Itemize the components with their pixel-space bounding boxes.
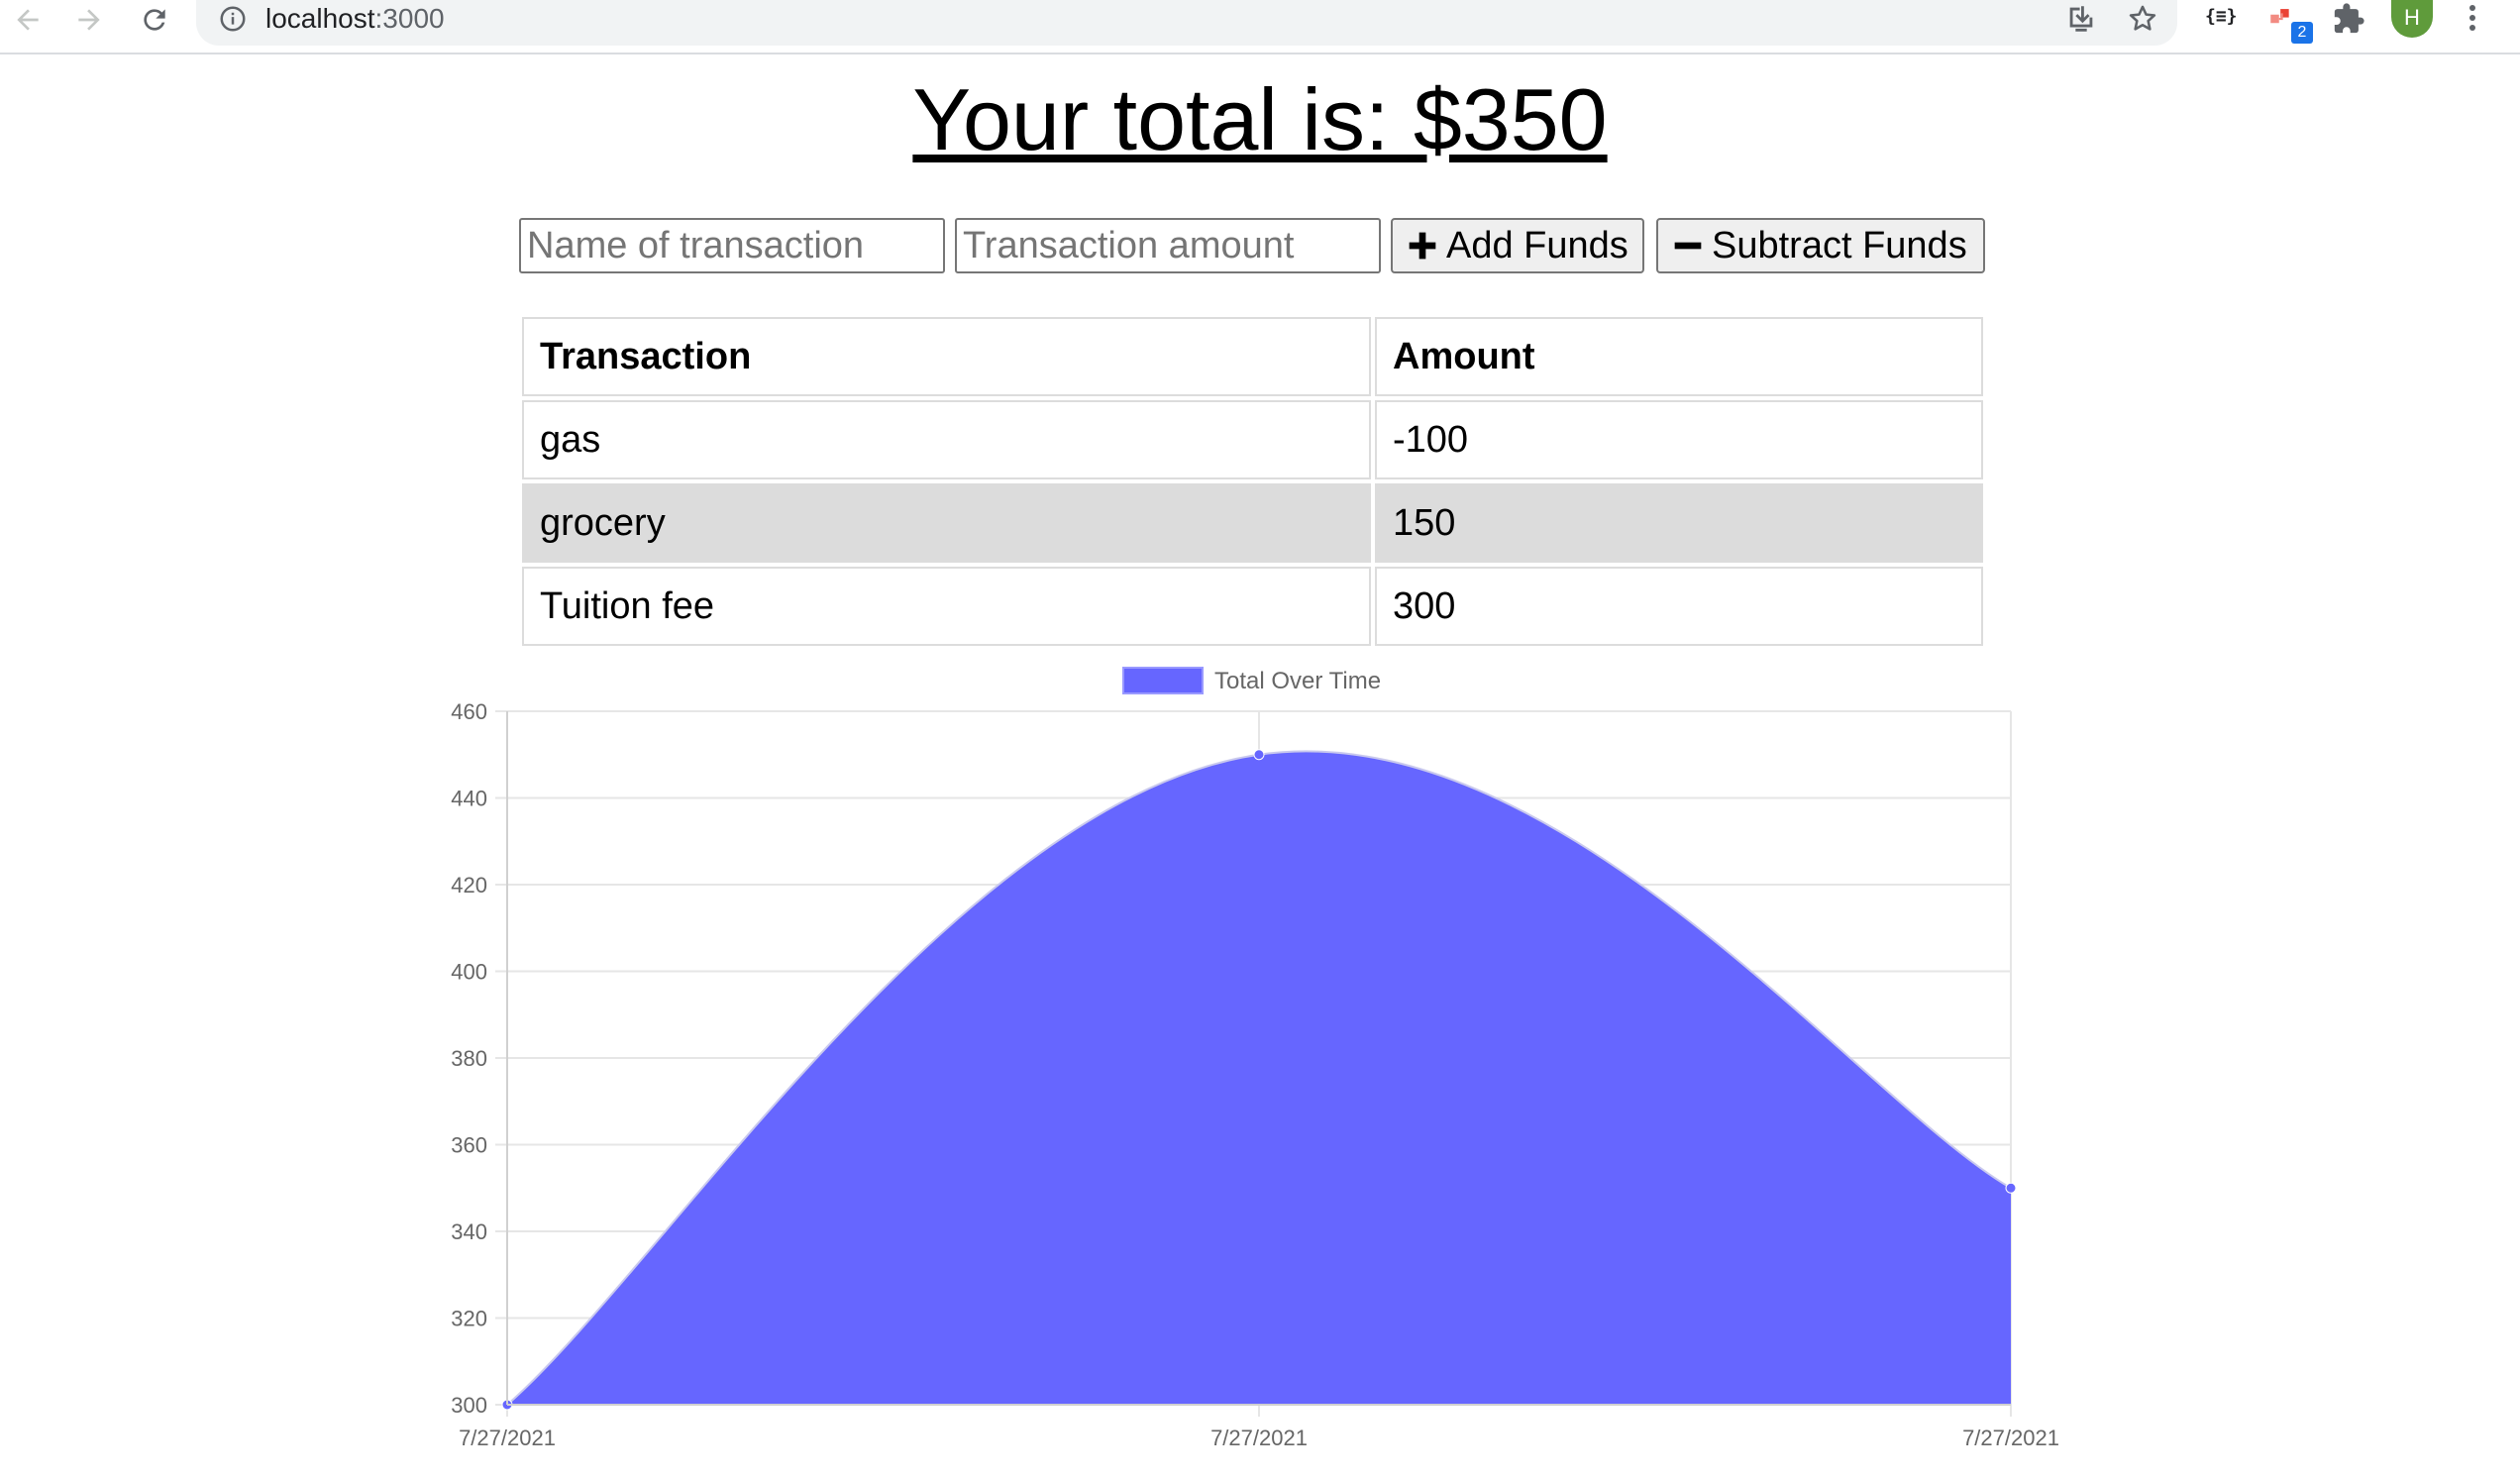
add-funds-label: Add Funds bbox=[1446, 224, 1628, 266]
table-row: gas -100 bbox=[522, 400, 1983, 479]
url-host: localhost bbox=[265, 3, 375, 34]
chart-canvas: 300 320 340 360 380 400 420 440 460 7/27/2021 7/27… bbox=[451, 667, 2059, 1450]
page-title: Your total is: $350 bbox=[912, 70, 1608, 168]
y-tick-label: 460 bbox=[451, 699, 487, 724]
minus-icon bbox=[1674, 242, 1702, 250]
x-tick-label: 7/27/2021 bbox=[1210, 1426, 1308, 1450]
browser-menu-icon[interactable] bbox=[2463, 2, 2482, 36]
transaction-name-input[interactable] bbox=[519, 218, 945, 273]
transaction-column-header: Transaction bbox=[522, 317, 1371, 396]
install-app-icon[interactable] bbox=[2064, 2, 2098, 41]
forward-icon[interactable] bbox=[65, 0, 113, 40]
y-tick-label: 360 bbox=[451, 1133, 487, 1158]
plus-icon bbox=[1409, 232, 1436, 260]
y-tick-label: 440 bbox=[451, 787, 487, 811]
legend-swatch bbox=[1122, 667, 1204, 694]
y-tick-label: 420 bbox=[451, 873, 487, 898]
y-tick-label: 300 bbox=[451, 1393, 487, 1418]
browser-toolbar: localhost:3000 {≡} 2 H bbox=[0, 0, 2520, 54]
add-funds-button[interactable]: Add Funds bbox=[1391, 218, 1644, 273]
transaction-name-cell: gas bbox=[522, 400, 1371, 479]
transaction-amount-cell: 300 bbox=[1375, 567, 1983, 646]
profile-avatar[interactable]: H bbox=[2391, 0, 2433, 38]
x-tick-label: 7/27/2021 bbox=[1962, 1426, 2059, 1450]
y-tick-label: 320 bbox=[451, 1307, 487, 1331]
x-tick-label: 7/27/2021 bbox=[459, 1426, 556, 1450]
table-header-row: Transaction Amount bbox=[522, 317, 1983, 396]
legend-label: Total Over Time bbox=[1214, 668, 1381, 694]
transaction-amount-cell: 150 bbox=[1375, 483, 1983, 563]
transaction-amount-cell: -100 bbox=[1375, 400, 1983, 479]
total-over-time-chart: 300 320 340 360 380 400 420 440 460 7/27/2021 7/27… bbox=[0, 654, 2520, 1480]
transaction-amount-input[interactable] bbox=[955, 218, 1381, 273]
subtract-funds-button[interactable]: Subtract Funds bbox=[1656, 218, 1985, 273]
back-icon[interactable] bbox=[4, 0, 52, 40]
table-row: Tuition fee 300 bbox=[522, 567, 1983, 646]
transactions-table: Transaction Amount gas -100 grocery 150 … bbox=[518, 313, 1987, 650]
address-bar[interactable]: localhost:3000 bbox=[196, 0, 2177, 46]
y-tick-label: 400 bbox=[451, 960, 487, 985]
site-info-icon[interactable] bbox=[218, 4, 248, 39]
table-row: grocery 150 bbox=[522, 483, 1983, 563]
transaction-name-cell: grocery bbox=[522, 483, 1371, 563]
url-text: localhost:3000 bbox=[265, 0, 445, 38]
data-point bbox=[1253, 749, 1265, 761]
subtract-funds-label: Subtract Funds bbox=[1712, 224, 1967, 266]
y-tick-label: 340 bbox=[451, 1219, 487, 1244]
amount-column-header: Amount bbox=[1375, 317, 1983, 396]
bookmark-star-icon[interactable] bbox=[2126, 2, 2159, 41]
transaction-name-cell: Tuition fee bbox=[522, 567, 1371, 646]
data-point bbox=[2005, 1182, 2017, 1194]
y-tick-label: 380 bbox=[451, 1046, 487, 1071]
extensions-puzzle-icon[interactable] bbox=[2332, 2, 2365, 41]
reload-icon[interactable] bbox=[131, 0, 178, 40]
series-area bbox=[507, 751, 2011, 1405]
json-viewer-extension-icon[interactable]: {≡} bbox=[2205, 6, 2238, 27]
extension-badge: 2 bbox=[2291, 22, 2313, 44]
url-port: :3000 bbox=[374, 3, 445, 34]
